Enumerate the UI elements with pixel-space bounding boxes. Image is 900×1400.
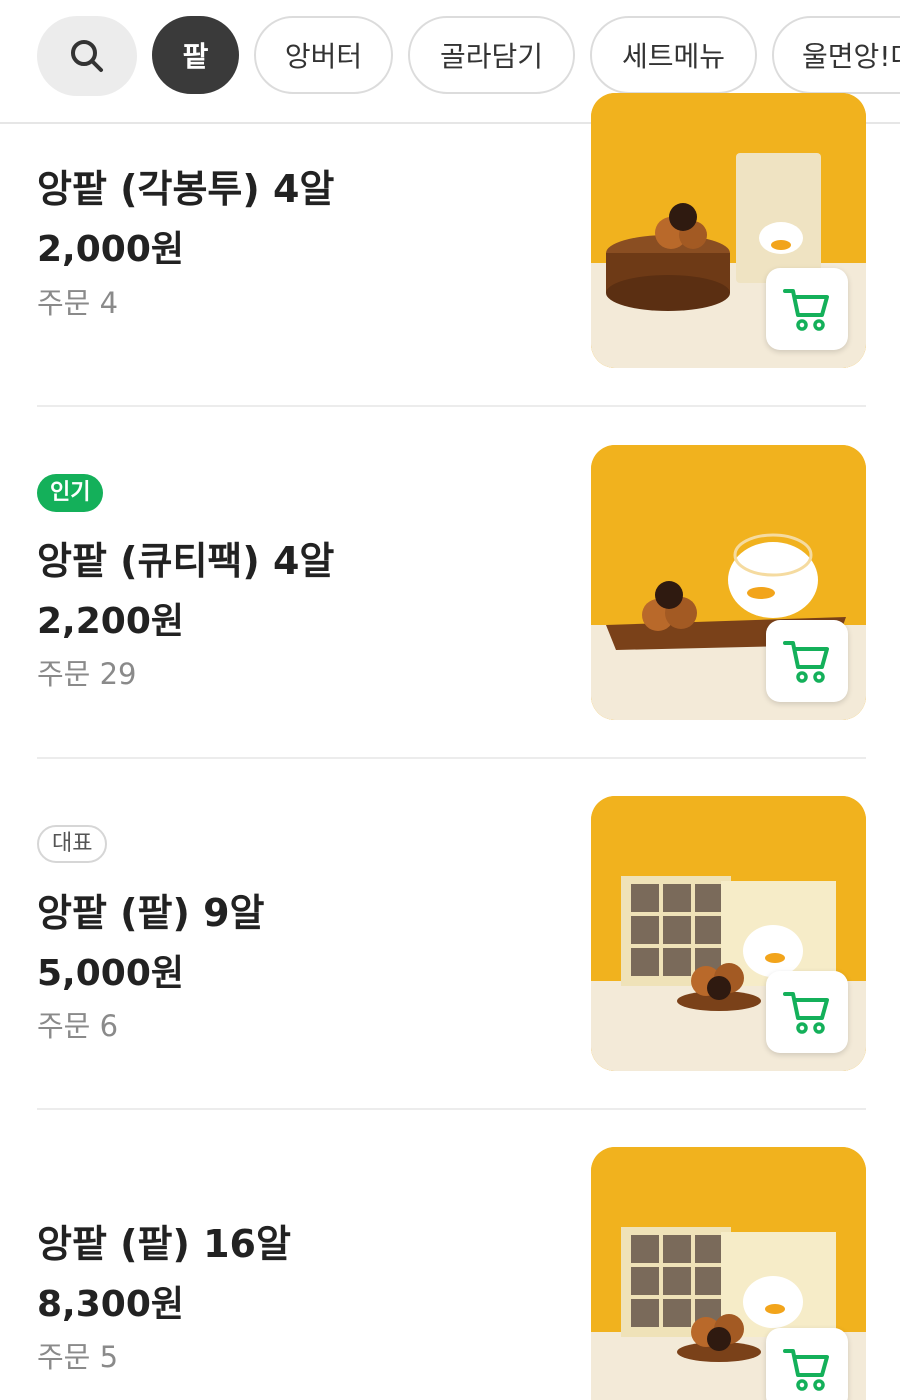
search-icon [71,40,103,72]
product-price: 5,000원 [37,953,184,994]
divider [37,757,866,759]
cart-icon [783,289,829,331]
category-chip-set-menu[interactable]: 세트메뉴 [590,16,757,94]
add-to-cart-button[interactable] [766,268,848,350]
product-name: 앙팥 (큐티팩) 4알 [37,539,335,583]
add-to-cart-button[interactable] [766,1328,848,1400]
cart-icon [783,992,829,1034]
cart-icon [783,641,829,683]
order-count: 주문 5 [37,1340,119,1374]
search-button[interactable] [37,16,137,96]
product-photo[interactable] [591,796,866,1071]
divider [37,1108,866,1110]
product-name: 앙팥 (각봉투) 4알 [37,167,335,211]
add-to-cart-button[interactable] [766,620,848,702]
product-name: 앙팥 (팥) 9알 [37,891,265,935]
popular-badge: 인기 [37,474,104,512]
category-chip-pat[interactable]: 팥 [152,16,239,94]
category-chip-ulmyeon[interactable]: 울면앙!대 [772,16,900,94]
divider [37,405,866,407]
add-to-cart-button[interactable] [766,971,848,1053]
order-count: 주문 4 [37,286,119,320]
product-photo[interactable] [591,1147,866,1400]
category-chip-ang-butter[interactable]: 앙버터 [254,16,393,94]
cart-icon [783,1349,829,1391]
product-price: 2,200원 [37,601,184,642]
product-price: 2,000원 [37,229,184,270]
order-count: 주문 6 [37,1009,119,1043]
product-photo[interactable] [591,445,866,720]
category-chip-pick[interactable]: 골라담기 [408,16,575,94]
featured-badge: 대표 [37,825,108,863]
product-name: 앙팥 (팥) 16알 [37,1222,291,1266]
product-photo[interactable] [591,93,866,368]
order-count: 주문 29 [37,657,137,691]
product-price: 8,300원 [37,1284,184,1325]
